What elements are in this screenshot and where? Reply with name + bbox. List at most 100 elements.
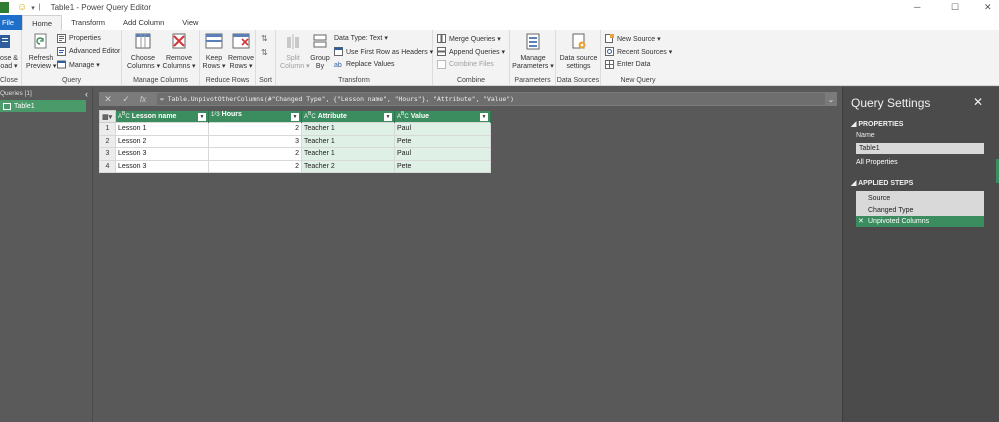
tab-file[interactable]: File [0,15,23,30]
combine-files-button[interactable]: Combine Files [437,60,494,69]
tab-transform[interactable]: Transform [62,15,114,30]
close-and-load-button[interactable]: ose & oad ▾ [0,33,22,71]
close-window-icon[interactable]: ✕ [984,2,992,13]
row-number[interactable]: 2 [99,134,116,148]
sort-ascending-button[interactable]: ⇅ [261,34,268,43]
close-settings-icon[interactable]: ✕ [973,95,983,109]
maximize-icon[interactable]: ☐ [951,2,959,13]
cell-attribute[interactable]: Teacher 1 [301,134,395,148]
column-filter-icon[interactable]: ▼ [384,113,392,122]
replace-values-button[interactable]: ab Replace Values [334,60,395,69]
row-number[interactable]: 1 [99,122,116,136]
group-label-combine: Combine [456,77,485,84]
group-by-icon [313,34,327,48]
fx-icon[interactable]: fx [135,95,151,104]
cell-attribute[interactable]: Teacher 1 [301,147,395,161]
keep-label-2: Rows ▾ [202,63,226,70]
column-filter-icon[interactable]: ▼ [291,113,299,122]
column-header-lesson-name[interactable]: ABC Lesson name ▼ [115,110,209,123]
cell-attribute[interactable]: Teacher 2 [301,159,395,173]
tab-add-column[interactable]: Add Column [114,15,173,30]
tab-home[interactable]: Home [22,15,63,30]
cell-value[interactable]: Pete [394,159,491,173]
text-type-icon[interactable]: ABC [118,111,130,120]
column-filter-icon[interactable]: ▼ [480,113,488,122]
column-header-hours[interactable]: 1²3 Hours ▼ [208,110,302,123]
grid-header-row: ▦▾ ABC Lesson name ▼ 1²3 Hours ▼ ABC Attribut… [99,110,491,123]
ribbon-group-reduce-rows: Keep Rows ▾ Remove Rows ▾ Reduce Rows [200,30,256,86]
group-label-transform: Transform [338,77,370,84]
cell-lesson-name[interactable]: Lesson 3 [115,147,209,161]
column-filter-icon[interactable]: ▼ [198,113,206,122]
sort-descending-button[interactable]: ⇅ [261,48,268,57]
group-by-button[interactable]: Group By [308,33,332,71]
append-queries-button[interactable]: Append Queries ▾ [437,47,505,56]
split-column-button[interactable]: Split Column ▾ [280,33,310,71]
remove-columns-button[interactable]: Remove Columns ▾ [162,33,196,71]
cell-hours[interactable]: 3 [208,134,302,148]
refresh-label-2: Preview ▾ [26,63,57,70]
keep-rows-button[interactable]: Keep Rows ▾ [202,33,226,71]
expand-formula-icon[interactable]: ⌄ [825,95,837,104]
applied-steps-list: Source Changed Type ✕ Unpivoted Columns [856,191,984,227]
column-header-attribute[interactable]: ABC Attribute ▼ [301,110,395,123]
ribbon-group-data-sources: Data source settings Data Sources [556,30,601,86]
cell-lesson-name[interactable]: Lesson 2 [115,134,209,148]
step-unpivoted-columns[interactable]: ✕ Unpivoted Columns [856,216,984,227]
tab-view[interactable]: View [173,15,207,30]
column-header-value[interactable]: ABC Value ▼ [394,110,491,123]
smiley-icon[interactable]: ☺ [17,2,27,13]
quick-access-dropdown-icon[interactable]: ▾ [31,4,35,12]
append-label: Append Queries ▾ [449,48,506,56]
use-first-row-headers-button[interactable]: Use First Row as Headers ▾ [334,47,433,56]
row-number[interactable]: 4 [99,159,116,173]
step-changed-type[interactable]: Changed Type [856,205,984,216]
remove-rows-label-1: Remove [227,55,255,62]
cell-value[interactable]: Paul [394,122,491,136]
manage-params-label-1: Manage [520,55,546,62]
manage-button[interactable]: Manage ▾ [57,60,100,69]
minimize-icon[interactable]: ─ [914,2,920,12]
data-source-settings-button[interactable]: Data source settings [558,33,599,71]
remove-col-label-2: Columns ▾ [162,63,196,70]
text-type-icon[interactable]: ABC [397,111,409,120]
cell-hours[interactable]: 2 [208,147,302,161]
collapse-pane-icon[interactable]: ‹ [85,89,88,99]
cell-value[interactable]: Pete [394,134,491,148]
table-row: 2 Lesson 2 3 Teacher 1 Pete [99,134,491,148]
confirm-formula-icon[interactable]: ✓ [117,94,135,105]
properties-section-header[interactable]: ◢ PROPERTIES [851,120,903,128]
cell-lesson-name[interactable]: Lesson 1 [115,122,209,136]
recent-sources-button[interactable]: Recent Sources ▾ [605,47,672,56]
choose-columns-button[interactable]: Choose Columns ▾ [127,33,160,71]
query-item-table1[interactable]: Table1 [0,100,86,112]
manage-parameters-button[interactable]: Manage Parameters ▾ [512,33,554,71]
cancel-formula-icon[interactable]: ✕ [99,94,117,105]
merge-queries-button[interactable]: Merge Queries ▾ [437,34,501,43]
group-label-new-query: New Query [620,77,656,84]
refresh-preview-button[interactable]: Refresh Preview ▾ [26,33,56,71]
properties-button[interactable]: Properties [57,34,101,43]
cell-hours[interactable]: 2 [208,122,302,136]
group-label-reduce-rows: Reduce Rows [205,77,250,84]
cell-hours[interactable]: 2 [208,159,302,173]
cell-attribute[interactable]: Teacher 1 [301,122,395,136]
split-label-2: Column ▾ [280,63,310,70]
number-type-icon[interactable]: 1²3 [211,112,220,118]
table-menu-icon[interactable]: ▦▾ [99,110,116,123]
step-source[interactable]: Source [856,193,984,204]
text-type-icon[interactable]: ABC [304,111,316,120]
all-properties-link[interactable]: All Properties [856,159,898,166]
applied-steps-section-header[interactable]: ◢ APPLIED STEPS [851,179,913,187]
new-source-button[interactable]: New Source ▾ [605,34,661,43]
formula-input[interactable]: = Table.UnpivotOtherColumns(#"Changed Ty… [157,93,825,105]
advanced-editor-button[interactable]: Advanced Editor [57,47,120,56]
delete-step-icon[interactable]: ✕ [858,216,864,227]
remove-rows-button[interactable]: Remove Rows ▾ [227,33,255,71]
cell-value[interactable]: Paul [394,147,491,161]
enter-data-button[interactable]: Enter Data [605,60,650,69]
cell-lesson-name[interactable]: Lesson 3 [115,159,209,173]
row-number[interactable]: 3 [99,147,116,161]
data-type-dropdown[interactable]: Data Type: Text ▾ [334,34,388,42]
query-name-input[interactable]: Table1 [856,143,984,154]
